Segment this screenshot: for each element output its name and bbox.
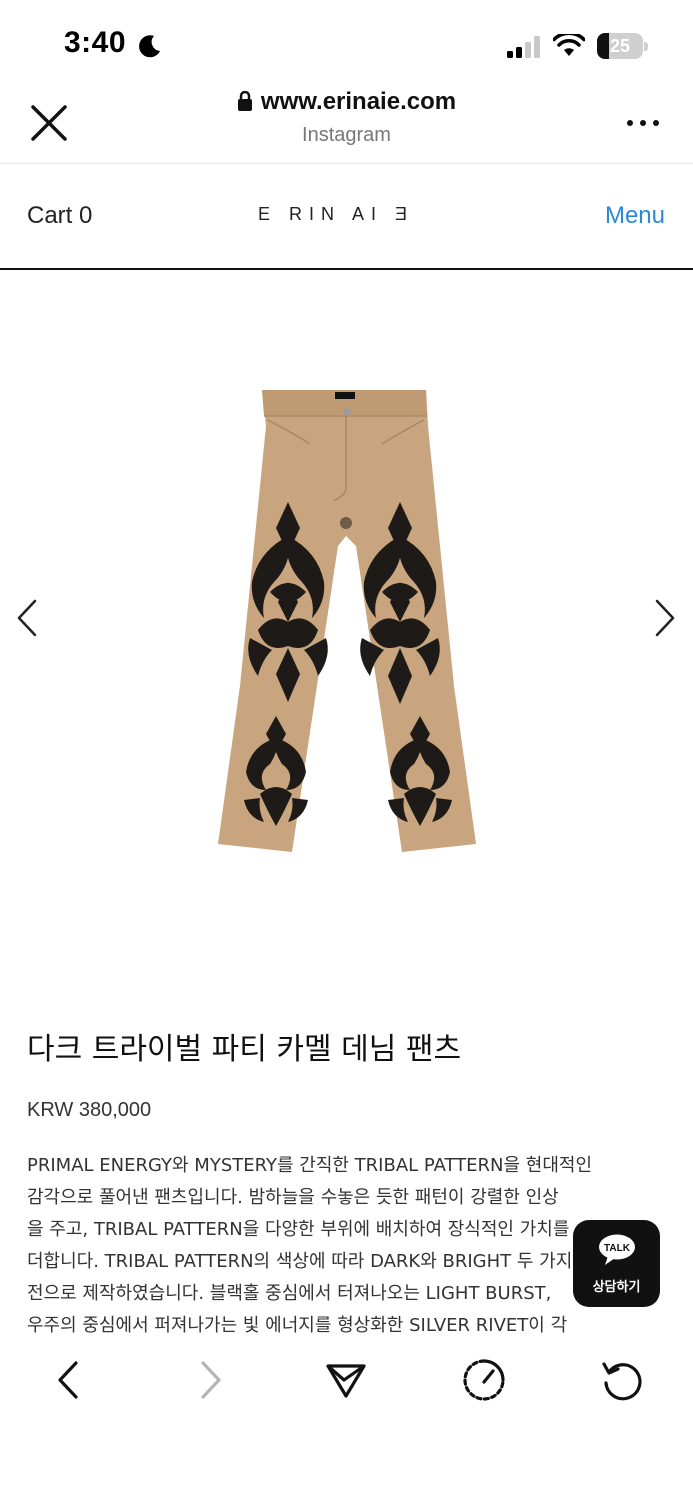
share-icon[interactable] (324, 1358, 368, 1402)
moon-icon (139, 35, 160, 58)
speed-icon[interactable] (462, 1358, 506, 1402)
menu-link[interactable]: Menu (605, 202, 665, 230)
reload-icon[interactable] (600, 1358, 644, 1402)
description-line: 더합니다. TRIBAL PATTERN의 색상에 따라 DARK와 BRIGH… (27, 1251, 595, 1272)
description-line: 전으로 제작하였습니다. 블랙홀 중심에서 터져나오는 LIGHT BURST, (27, 1283, 552, 1304)
description-line: 감각으로 풀어낸 팬츠입니다. 밤하늘을 수놓은 듯한 패턴이 강렬한 인상 (27, 1187, 559, 1208)
chevron-left-icon[interactable] (14, 598, 40, 638)
talk-consult-label: 상담하기 (592, 1280, 641, 1295)
forward-icon[interactable] (187, 1358, 231, 1402)
battery-indicator: 25 (597, 33, 649, 59)
lock-icon (237, 91, 252, 111)
product-title: 다크 트라이벌 파티 카멜 데님 팬츠 (27, 1032, 462, 1067)
product-description: PRIMAL ENERGY와 MYSTERY를 간직한 TRIBAL PATTE… (27, 1150, 667, 1340)
brand-logo[interactable]: E RIN AI Ǝ (258, 204, 414, 225)
battery-cap (644, 42, 648, 51)
description-line: PRIMAL ENERGY와 MYSTERY를 간직한 TRIBAL PATTE… (27, 1155, 593, 1176)
site-nav: Cart 0 E RIN AI Ǝ Menu (0, 164, 693, 270)
url-text: www.erinaie.com (260, 88, 457, 115)
chevron-right-icon[interactable] (652, 598, 678, 638)
product-price: KRW 380,000 (27, 1099, 152, 1121)
battery-body: 25 (597, 33, 643, 59)
cart-link[interactable]: Cart 0 (27, 202, 92, 230)
status-bar: 3:40 25 (0, 0, 693, 90)
url-bar[interactable]: www.erinaie.com (0, 88, 693, 116)
browser-bottom-toolbar (0, 1340, 693, 1500)
description-line: 을 주고, TRIBAL PATTERN을 다양한 부위에 배치하여 장식적인 … (27, 1219, 570, 1240)
battery-level: 25 (609, 36, 631, 56)
in-app-browser-header: www.erinaie.com Instagram (0, 80, 693, 164)
talk-consult-button[interactable]: TALK 상담하기 (573, 1220, 660, 1307)
wifi-icon (553, 34, 585, 56)
chat-bubble-icon: TALK (599, 1234, 635, 1265)
cellular-signal-icon (507, 36, 540, 58)
talk-badge-text: TALK (604, 1243, 631, 1254)
more-icon[interactable] (626, 118, 660, 128)
product-photo-pants (218, 390, 476, 852)
description-line: 우주의 중심에서 퍼져나가는 빛 에너지를 형상화한 SILVER RIVET이… (27, 1315, 568, 1336)
status-time: 3:40 (64, 26, 127, 59)
source-app-label: Instagram (302, 124, 391, 146)
back-icon[interactable] (48, 1358, 92, 1402)
